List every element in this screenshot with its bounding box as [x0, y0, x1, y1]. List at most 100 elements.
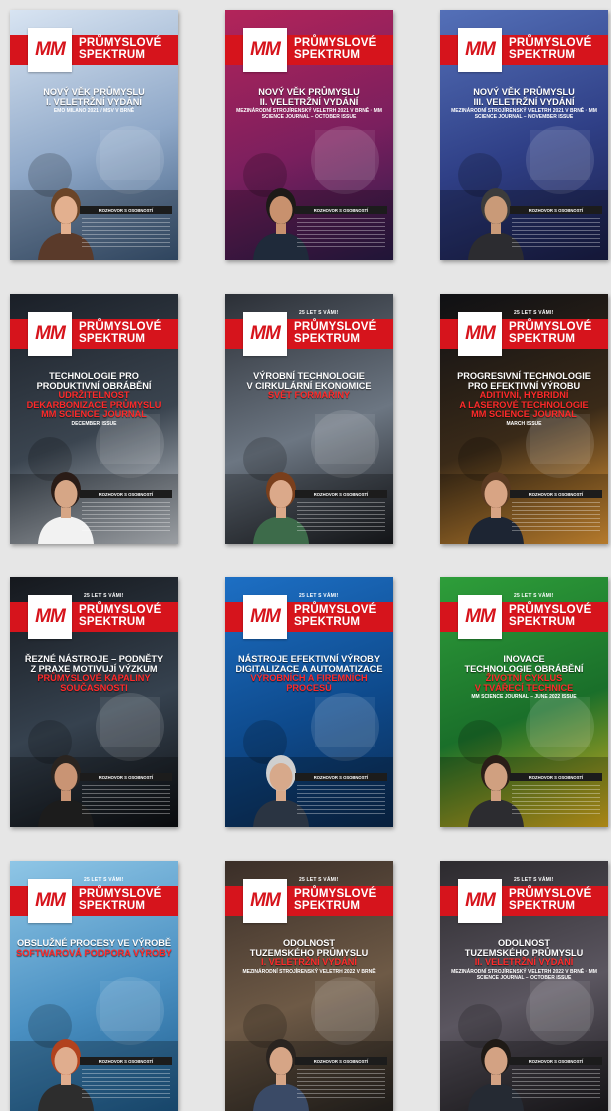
magazine-cover-grid: MM PRŮMYSLOVÉ SPEKTRUM NOVÝ VĚK PRŮMYSLU I. …	[0, 0, 611, 1111]
mm-logo-text: MM	[35, 39, 66, 60]
magazine-cover[interactable]: 25 LET S VÁMI! MM PRŮMYSLOVÉ SPEKTRUM NÁSTRO…	[225, 577, 393, 827]
masthead-line: SPEKTRUM	[294, 332, 361, 345]
interview-excerpt	[297, 785, 385, 817]
masthead-line: PRŮMYSLOVÉ	[79, 37, 162, 49]
masthead-line: PRŮMYSLOVÉ	[509, 37, 592, 49]
cover-headline: NÁSTROJE EFEKTIVNÍ VÝROBY DIGITALIZACE A …	[229, 654, 389, 693]
masthead-title: PRŮMYSLOVÉ SPEKTRUM	[294, 37, 377, 61]
interview-label: ROZHOVOR S OSOBNOSTÍ	[510, 490, 602, 498]
anniversary-tag: 25 LET S VÁMI!	[84, 877, 124, 883]
magazine-cover[interactable]: MM PRŮMYSLOVÉ SPEKTRUM TECHNOLOGIE PRO PRODU…	[10, 294, 178, 544]
magazine-cover[interactable]: 25 LET S VÁMI! MM PRŮMYSLOVÉ SPEKTRUM INOVAC…	[440, 577, 608, 827]
interview-excerpt	[82, 502, 170, 534]
masthead-line: SPEKTRUM	[79, 615, 146, 628]
magazine-cover[interactable]: 25 LET S VÁMI! MM PRŮMYSLOVÉ SPEKTRUM VÝROBN…	[225, 294, 393, 544]
magazine-cover[interactable]: 25 LET S VÁMI! MM PRŮMYSLOVÉ SPEKTRUM ODOLNO…	[440, 861, 608, 1111]
headline-line: MM SCIENCE JOURNAL	[471, 409, 577, 420]
cover-headline: TECHNOLOGIE PRO PRODUKTIVNÍ OBRÁBĚNÍ UDRŽI…	[14, 371, 174, 427]
interview-label: ROZHOVOR S OSOBNOSTÍ	[295, 490, 387, 498]
interview-excerpt	[512, 785, 600, 817]
cover-headline: OBSLUŽNÉ PROCESY VE VÝROBĚ SOFTWAROVÁ POD…	[14, 938, 174, 958]
headline-line: EMO MILANO 2021 / MSV V BRNĚ	[53, 108, 135, 115]
mm-logo: MM	[28, 28, 72, 72]
headline-line: MEZINÁRODNÍ STROJÍRENSKÝ VELETRH 2021 V …	[451, 108, 597, 121]
mm-logo-text: MM	[35, 606, 66, 627]
interview-excerpt	[297, 218, 385, 250]
cover-headline: PROGRESIVNÍ TECHNOLOGIE PRO EFEKTIVNÍ VÝR…	[444, 371, 604, 427]
mm-logo: MM	[243, 28, 287, 72]
anniversary-tag: 25 LET S VÁMI!	[299, 593, 339, 599]
masthead-title: PRŮMYSLOVÉ SPEKTRUM	[509, 604, 592, 628]
mm-logo: MM	[28, 879, 72, 923]
cover-headline: NOVÝ VĚK PRŮMYSLU II. VELETRŽNÍ VYDÁNÍ MEZ…	[229, 87, 389, 120]
masthead-line: PRŮMYSLOVÉ	[294, 321, 377, 333]
headline-line: V TVÁŘECÍ TECHNICE	[474, 682, 574, 693]
masthead-line: PRŮMYSLOVÉ	[79, 321, 162, 333]
headline-line: I. VELETRŽNÍ VYDÁNÍ	[261, 957, 357, 968]
masthead-line: SPEKTRUM	[509, 332, 576, 345]
headline-line: PROCESŮ	[286, 682, 332, 693]
mm-logo-text: MM	[250, 890, 281, 911]
magazine-cover[interactable]: 25 LET S VÁMI! MM PRŮMYSLOVÉ SPEKTRUM OBSLUŽ…	[10, 861, 178, 1111]
headline-line: MARCH ISSUE	[506, 420, 542, 427]
masthead-title: PRŮMYSLOVÉ SPEKTRUM	[294, 888, 377, 912]
headline-line: MEZINÁRODNÍ STROJÍRENSKÝ VELETRH 2022 V …	[451, 968, 597, 981]
mm-logo-text: MM	[35, 890, 66, 911]
mm-logo: MM	[458, 28, 502, 72]
magazine-cover[interactable]: 25 LET S VÁMI! MM PRŮMYSLOVÉ SPEKTRUM PROGRE…	[440, 294, 608, 544]
magazine-cover[interactable]: 25 LET S VÁMI! MM PRŮMYSLOVÉ SPEKTRUM ODOLNO…	[225, 861, 393, 1111]
interview-label: ROZHOVOR S OSOBNOSTÍ	[295, 1057, 387, 1065]
headline-line: MM SCIENCE JOURNAL	[41, 409, 147, 420]
interview-label: ROZHOVOR S OSOBNOSTÍ	[510, 773, 602, 781]
interview-excerpt	[82, 1069, 170, 1101]
interview-excerpt	[82, 218, 170, 250]
interview-label: ROZHOVOR S OSOBNOSTÍ	[295, 773, 387, 781]
headline-line: DECEMBER ISSUE	[71, 420, 117, 427]
masthead-line: PRŮMYSLOVÉ	[79, 888, 162, 900]
anniversary-tag: 25 LET S VÁMI!	[84, 593, 124, 599]
magazine-cover[interactable]: MM PRŮMYSLOVÉ SPEKTRUM NOVÝ VĚK PRŮMYSLU III…	[440, 10, 608, 260]
interview-label: ROZHOVOR S OSOBNOSTÍ	[295, 206, 387, 214]
headline-line: MEZINÁRODNÍ STROJÍRENSKÝ VELETRH 2022 V …	[242, 968, 376, 975]
cover-headline: ODOLNOST TUZEMSKÉHO PRŮMYSLU II. VELETRŽNÍ…	[444, 938, 604, 981]
masthead-title: PRŮMYSLOVÉ SPEKTRUM	[79, 37, 162, 61]
mm-logo: MM	[458, 312, 502, 356]
interview-excerpt	[82, 785, 170, 817]
masthead-line: SPEKTRUM	[79, 332, 146, 345]
interview-excerpt	[512, 502, 600, 534]
headline-line: SVĚT FORMAŘINY	[267, 390, 351, 401]
masthead-title: PRŮMYSLOVÉ SPEKTRUM	[509, 37, 592, 61]
anniversary-tag: 25 LET S VÁMI!	[514, 593, 554, 599]
magazine-cover[interactable]: MM PRŮMYSLOVÉ SPEKTRUM NOVÝ VĚK PRŮMYSLU I. …	[10, 10, 178, 260]
masthead-line: PRŮMYSLOVÉ	[294, 888, 377, 900]
masthead-line: SPEKTRUM	[509, 615, 576, 628]
mm-logo: MM	[458, 879, 502, 923]
anniversary-tag: 25 LET S VÁMI!	[514, 310, 554, 316]
masthead-line: SPEKTRUM	[294, 899, 361, 912]
masthead-title: PRŮMYSLOVÉ SPEKTRUM	[79, 888, 162, 912]
masthead-line: SPEKTRUM	[79, 48, 146, 61]
cover-headline: ODOLNOST TUZEMSKÉHO PRŮMYSLU I. VELETRŽNÍ …	[229, 938, 389, 975]
cover-headline: INOVACE TECHNOLOGIE OBRÁBĚNÍ ŽIVOTNÍ CYKLU…	[444, 654, 604, 700]
interview-label: ROZHOVOR S OSOBNOSTÍ	[80, 206, 172, 214]
masthead-title: PRŮMYSLOVÉ SPEKTRUM	[294, 604, 377, 628]
interview-label: ROZHOVOR S OSOBNOSTÍ	[510, 1057, 602, 1065]
cover-headline: NOVÝ VĚK PRŮMYSLU III. VELETRŽNÍ VYDÁNÍ ME…	[444, 87, 604, 121]
interview-label: ROZHOVOR S OSOBNOSTÍ	[80, 490, 172, 498]
interview-excerpt	[297, 502, 385, 534]
masthead-line: PRŮMYSLOVÉ	[509, 321, 592, 333]
headline-line: I. VELETRŽNÍ VYDÁNÍ	[46, 96, 142, 107]
mm-logo: MM	[243, 879, 287, 923]
headline-line: SOUČASNOSTI	[60, 682, 128, 693]
masthead-line: SPEKTRUM	[79, 899, 146, 912]
magazine-cover[interactable]: MM PRŮMYSLOVÉ SPEKTRUM NOVÝ VĚK PRŮMYSLU II.…	[225, 10, 393, 260]
mm-logo-text: MM	[250, 39, 281, 60]
anniversary-tag: 25 LET S VÁMI!	[514, 877, 554, 883]
mm-logo: MM	[458, 595, 502, 639]
masthead-line: PRŮMYSLOVÉ	[509, 604, 592, 616]
masthead-line: PRŮMYSLOVÉ	[79, 604, 162, 616]
masthead-title: PRŮMYSLOVÉ SPEKTRUM	[79, 321, 162, 345]
magazine-cover[interactable]: 25 LET S VÁMI! MM PRŮMYSLOVÉ SPEKTRUM ŘEZNÉ …	[10, 577, 178, 827]
interview-excerpt	[512, 1069, 600, 1101]
mm-logo-text: MM	[465, 39, 496, 60]
